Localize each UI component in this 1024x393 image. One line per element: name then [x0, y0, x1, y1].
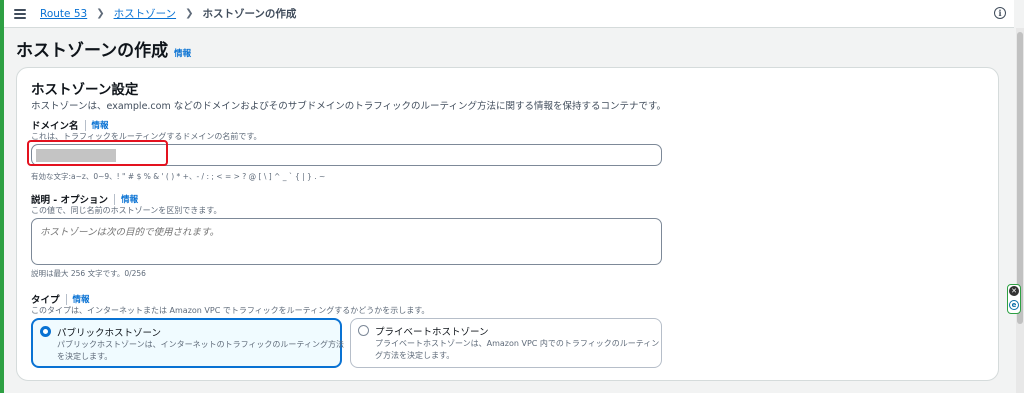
domain-name-constraint: 有効な文字:a~z、0~9、! " # $ % & ' ( ) * +、- / … [31, 172, 326, 181]
hamburger-menu-icon[interactable] [14, 8, 26, 19]
label-divider [84, 119, 86, 131]
scrollbar-thumb[interactable] [1017, 32, 1023, 324]
section-description: ホストゾーンは、example.com などのドメインおよびそのサブドメインのト… [31, 101, 667, 112]
domain-name-label-text: ドメイン名 [31, 121, 79, 132]
type-label: タイプ 情報 [31, 292, 90, 306]
red-highlight-box [27, 140, 168, 166]
label-divider [65, 293, 67, 305]
radio-button[interactable] [358, 325, 369, 336]
left-accent-strip [0, 0, 4, 393]
chevron-right-icon: ❯ [185, 8, 194, 19]
section-title: ホストゾーン設定 [31, 82, 139, 98]
close-icon[interactable]: ✕ [1009, 286, 1019, 296]
comment-description: この値で、同じ名前のホストゾーンを区別できます。 [31, 206, 222, 215]
page-title: ホストゾーンの作成 [16, 41, 169, 61]
type-info-link[interactable]: 情報 [73, 293, 90, 305]
page-header: ホストゾーンの作成 情報 [16, 36, 191, 61]
private-hosted-zone-option[interactable]: プライベートホストゾーン プライベートホストゾーンは、Amazon VPC 内で… [350, 318, 662, 368]
public-hosted-zone-option[interactable]: パブリックホストゾーン パブリックホストゾーンは、インターネットのトラフィックの… [31, 318, 344, 368]
breadcrumb-hosted-zones[interactable]: ホストゾーン [114, 6, 176, 21]
breadcrumb-route53[interactable]: Route 53 [40, 8, 87, 20]
breadcrumb-current: ホストゾーンの作成 [202, 8, 297, 20]
comment-label-text: 説明 - オプション [31, 195, 109, 206]
type-description: このタイプは、インターネットまたは Amazon VPC でトラフィックをルーテ… [31, 306, 430, 315]
comment-constraint: 説明は最大 256 文字です。0/256 [31, 269, 146, 278]
type-label-text: タイプ [31, 295, 60, 306]
option-description: プライベートホストゾーンは、Amazon VPC 内でのトラフィックのルーティン… [375, 339, 660, 360]
top-navigation-bar: Route 53 ❯ ホストゾーン ❯ ホストゾーンの作成 i [4, 0, 1014, 28]
extension-e-icon[interactable]: e [1009, 300, 1019, 310]
radio-button-checked[interactable] [40, 326, 51, 337]
comment-textarea[interactable] [31, 218, 662, 265]
option-title: プライベートホストゾーン [375, 327, 489, 338]
hosted-zone-settings-panel: ホストゾーン設定 ホストゾーンは、example.com などのドメインおよびそ… [16, 67, 999, 381]
page-info-link[interactable]: 情報 [174, 47, 191, 59]
info-circle-icon[interactable]: i [994, 7, 1006, 19]
option-title: パブリックホストゾーン [57, 328, 162, 339]
domain-info-link[interactable]: 情報 [92, 119, 109, 131]
domain-name-label: ドメイン名 情報 [31, 118, 109, 132]
option-description: パブリックホストゾーンは、インターネットのトラフィックのルーティング方法を決定し… [57, 340, 344, 361]
chevron-right-icon: ❯ [96, 8, 105, 19]
comment-info-link[interactable]: 情報 [121, 193, 138, 205]
comment-label: 説明 - オプション 情報 [31, 192, 138, 206]
label-divider [114, 193, 116, 205]
